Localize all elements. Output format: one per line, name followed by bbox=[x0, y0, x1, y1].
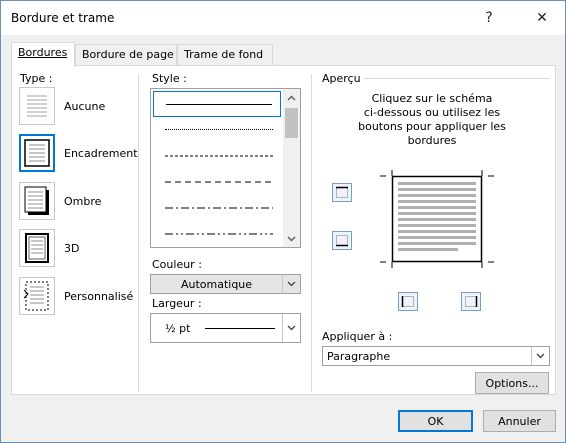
style-dotted[interactable] bbox=[153, 117, 281, 143]
largeur-select[interactable]: ½ pt bbox=[150, 313, 301, 343]
ok-button-label: OK bbox=[427, 414, 444, 428]
type-aucune-label: Aucune bbox=[64, 100, 106, 113]
help-button[interactable]: ? bbox=[466, 1, 512, 35]
border-shadow-icon bbox=[19, 182, 55, 220]
appliquer-select[interactable]: Paragraphe bbox=[322, 346, 550, 366]
dialog-title: Bordure et trame bbox=[11, 11, 115, 25]
border-right-icon bbox=[465, 296, 478, 307]
type-ombre[interactable]: Ombre bbox=[19, 182, 127, 220]
style-dashed-line bbox=[165, 181, 273, 183]
style-dotted-line bbox=[165, 129, 273, 130]
style-solid[interactable] bbox=[153, 91, 281, 117]
scroll-thumb[interactable] bbox=[285, 108, 298, 138]
border-custom-icon bbox=[19, 277, 55, 315]
tab-trame-de-fond[interactable]: Trame de fond bbox=[177, 44, 273, 66]
instruction-line-3: boutons pour appliquer les bbox=[358, 120, 506, 133]
options-button[interactable]: Options... bbox=[475, 372, 549, 394]
type-personnalise[interactable]: Personnalisé bbox=[19, 277, 133, 315]
divider-right bbox=[311, 74, 312, 392]
scroll-up-button[interactable] bbox=[283, 89, 300, 106]
border-right-button[interactable] bbox=[461, 292, 481, 311]
type-3d-label: 3D bbox=[64, 242, 80, 255]
title-bar: Bordure et trame ? ✕ bbox=[1, 1, 565, 35]
bordures-panel: Type : Aucune Encadrement Ombre 3D Perso… bbox=[11, 65, 556, 395]
chevron-down-icon bbox=[287, 235, 296, 242]
border-shading-dialog: Bordure et trame ? ✕ Bordures Bordure de… bbox=[0, 0, 566, 443]
tab-bordure-de-page[interactable]: Bordure de page bbox=[75, 44, 177, 66]
border-preview-diagram[interactable] bbox=[380, 170, 500, 270]
type-aucune[interactable]: Aucune bbox=[19, 87, 127, 125]
couleur-select[interactable]: Automatique bbox=[150, 274, 301, 294]
type-ombre-label: Ombre bbox=[64, 195, 102, 208]
style-scrollbar[interactable] bbox=[283, 89, 300, 247]
type-3d[interactable]: 3D bbox=[19, 229, 127, 267]
border-top-icon bbox=[336, 186, 348, 198]
style-dashed[interactable] bbox=[153, 169, 281, 195]
ok-button[interactable]: OK bbox=[398, 410, 473, 432]
appliquer-dropdown-arrow[interactable] bbox=[531, 347, 549, 365]
close-button[interactable]: ✕ bbox=[519, 1, 565, 35]
options-button-label: Options... bbox=[485, 376, 539, 390]
couleur-dropdown-arrow[interactable] bbox=[282, 275, 300, 293]
chevron-up-icon bbox=[287, 94, 296, 101]
tab-bordures-label: Bordures bbox=[18, 46, 68, 59]
style-dashed-small-line bbox=[165, 155, 273, 157]
style-label: Style : bbox=[152, 72, 187, 85]
couleur-value: Automatique bbox=[180, 278, 253, 291]
tab-trame-de-fond-label: Trame de fond bbox=[184, 48, 264, 61]
instruction-line-2: ci-dessous ou utilisez les bbox=[363, 106, 501, 119]
chevron-down-icon bbox=[536, 353, 545, 359]
border-3d-icon bbox=[19, 229, 55, 267]
chevron-down-icon bbox=[287, 325, 296, 331]
border-top-button[interactable] bbox=[332, 183, 352, 202]
chevron-down-icon bbox=[287, 281, 296, 287]
border-left-button[interactable] bbox=[398, 292, 418, 311]
border-box-icon bbox=[19, 134, 55, 172]
type-label: Type : bbox=[20, 72, 53, 85]
appliquer-label: Appliquer à : bbox=[322, 330, 393, 343]
type-personnalise-label: Personnalisé bbox=[64, 290, 134, 303]
appliquer-value: Paragraphe bbox=[327, 350, 391, 363]
cancel-button[interactable]: Annuler bbox=[483, 410, 556, 432]
apercu-rule bbox=[364, 78, 550, 79]
instruction-line-4: bordures bbox=[407, 134, 457, 147]
style-dash-dot-dot-line bbox=[165, 233, 273, 235]
border-bottom-icon bbox=[336, 235, 348, 247]
style-dash-dot-dot[interactable] bbox=[153, 221, 281, 247]
tab-bordures[interactable]: Bordures bbox=[11, 42, 75, 67]
type-encadrement[interactable]: Encadrement bbox=[19, 134, 138, 172]
preview-instructions: Cliquez sur le schéma ci-dessous ou util… bbox=[342, 92, 522, 148]
style-dash-dot[interactable] bbox=[153, 195, 281, 221]
couleur-label: Couleur : bbox=[152, 258, 202, 271]
style-dashed-small[interactable] bbox=[153, 143, 281, 169]
type-encadrement-label: Encadrement bbox=[64, 147, 138, 160]
style-list[interactable] bbox=[150, 88, 301, 248]
largeur-label: Largeur : bbox=[152, 297, 202, 310]
largeur-dropdown-arrow[interactable] bbox=[282, 314, 300, 342]
border-bottom-button[interactable] bbox=[332, 231, 352, 250]
style-solid-line bbox=[166, 104, 272, 105]
largeur-value: ½ pt bbox=[165, 322, 191, 335]
help-icon: ? bbox=[485, 10, 493, 26]
border-left-icon bbox=[401, 296, 414, 307]
instruction-line-1: Cliquez sur le schéma bbox=[371, 92, 493, 105]
style-dash-dot-line bbox=[165, 207, 273, 209]
cancel-button-label: Annuler bbox=[498, 414, 541, 428]
border-none-icon bbox=[19, 87, 55, 125]
tab-bordure-de-page-label: Bordure de page bbox=[82, 48, 174, 61]
divider-left bbox=[138, 74, 139, 392]
scroll-down-button[interactable] bbox=[283, 230, 300, 247]
largeur-sample-line bbox=[205, 328, 275, 329]
apercu-label: Aperçu bbox=[322, 72, 361, 85]
close-icon: ✕ bbox=[536, 10, 548, 26]
